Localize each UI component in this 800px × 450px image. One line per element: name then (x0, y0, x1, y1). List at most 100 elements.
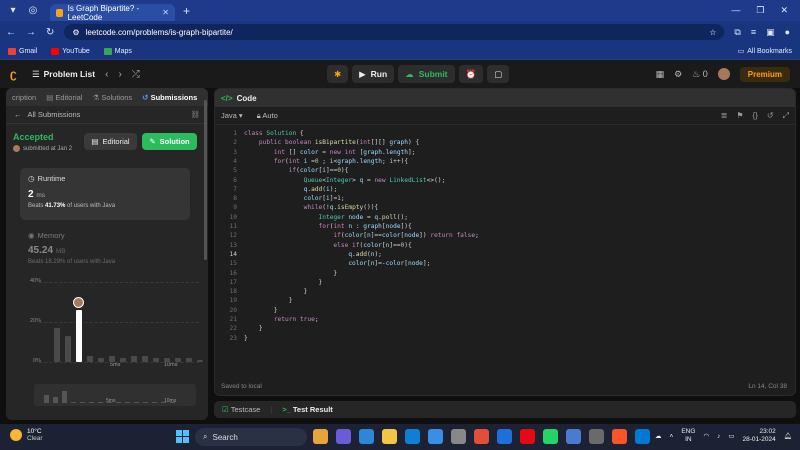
profile-icon[interactable]: ● (785, 27, 790, 38)
hist-bar[interactable] (54, 328, 60, 362)
code-line[interactable]: } (244, 297, 293, 304)
tab-test-result[interactable]: >_ Test Result (282, 405, 333, 414)
language-select[interactable]: Java ▾ (221, 111, 243, 120)
hist-bar[interactable] (98, 358, 104, 362)
editorial-button[interactable]: ▤ Editorial (84, 133, 137, 150)
hist-bar[interactable] (109, 356, 115, 362)
format-icon[interactable]: ≣ (721, 111, 728, 121)
browser-tab[interactable]: Is Graph Bipartite? - LeetCode ✕ (50, 4, 175, 22)
auto-mode[interactable]: 🔒︎ Auto (257, 111, 278, 121)
debug-button[interactable]: ✱ (327, 65, 349, 83)
forward-icon[interactable]: → (26, 27, 36, 38)
code-editor[interactable]: 1 class Solution {2 public boolean isBipa… (215, 126, 795, 376)
bookmark-star-icon[interactable]: ☆ (709, 28, 716, 37)
next-problem-icon[interactable]: › (118, 69, 121, 80)
tab-menu-icon[interactable]: ▾ (6, 4, 20, 18)
site-info-icon[interactable]: ⚙ (72, 28, 79, 37)
minimize-icon[interactable]: — (731, 5, 740, 16)
code-line[interactable]: } (244, 270, 337, 277)
wifi-icon[interactable]: ◠ (703, 432, 709, 440)
code-line[interactable]: } (244, 288, 308, 295)
code-line[interactable]: Queue<Integer> q = new LinkedList<>(); (244, 177, 446, 184)
taskbar-app-icon[interactable] (612, 429, 627, 444)
avatar[interactable] (717, 68, 730, 80)
back-icon[interactable]: ← (6, 27, 16, 38)
url-field[interactable]: ⚙ leetcode.com/problems/is-graph-biparti… (64, 24, 725, 40)
code-line[interactable]: public boolean isBipartite(int[][] graph… (244, 139, 419, 146)
all-bookmarks[interactable]: ▭ All Bookmarks (738, 47, 792, 56)
media-icon[interactable]: ≡ (751, 27, 756, 38)
code-line[interactable]: int [] color = new int [graph.length]; (244, 149, 416, 156)
runtime-card[interactable]: ◷ Runtime 2 ms Beats 41.73% of users wit… (20, 168, 190, 220)
battery-icon[interactable]: ▭ (728, 432, 734, 440)
clock[interactable]: 23:02 28-01-2024 (742, 428, 775, 444)
hist-bar[interactable] (164, 358, 170, 362)
bookmark-maps[interactable]: Maps (103, 47, 132, 55)
code-line[interactable]: color[n]=-color[node]; (244, 260, 430, 267)
layout-icon[interactable]: ▦ (656, 69, 665, 80)
taskbar-app-icon[interactable] (589, 429, 604, 444)
code-line[interactable]: color[i]=1; (244, 195, 345, 202)
windows-start-icon[interactable] (176, 430, 189, 443)
hist-bar[interactable] (87, 356, 93, 362)
taskbar-app-icon[interactable] (474, 429, 489, 444)
leetcode-logo-icon[interactable]: ʗ (10, 67, 22, 81)
mini-histogram-scrubber[interactable]: 5ms 10ms (34, 384, 196, 406)
hist-bar[interactable] (65, 336, 71, 362)
hist-bar[interactable] (142, 356, 148, 362)
code-line[interactable]: } (244, 335, 248, 342)
maximize-icon[interactable]: ❐ (756, 5, 764, 16)
reload-icon[interactable]: ↻ (46, 27, 54, 38)
taskbar-app-icon[interactable] (566, 429, 581, 444)
new-tab-button[interactable]: + (183, 4, 190, 18)
cloud-icon[interactable]: ☁ (655, 432, 662, 440)
fullscreen-icon[interactable]: ⤢ (783, 111, 789, 121)
sidepanel-icon[interactable]: ▣ (766, 27, 775, 38)
hist-bar[interactable] (197, 360, 203, 362)
code-line[interactable]: for(int i =0 ; i<graph.length; i++){ (244, 158, 408, 165)
taskbar-app-icon[interactable] (382, 429, 397, 444)
bookmark-icon[interactable]: ⚑ (736, 111, 743, 121)
taskbar-app-icon[interactable] (497, 429, 512, 444)
taskbar-app-icon[interactable] (359, 429, 374, 444)
taskbar-app-icon[interactable] (635, 429, 650, 444)
taskbar-search[interactable]: ⌕ Search (195, 428, 307, 446)
volume-icon[interactable]: ♪ (717, 433, 720, 440)
solution-button[interactable]: ✎ Solution (142, 133, 197, 150)
close-tab-icon[interactable]: ✕ (162, 8, 169, 17)
tab-solutions[interactable]: ⚗ Solutions (92, 93, 132, 102)
code-line[interactable]: while(!q.isEmpty()){ (244, 204, 379, 211)
taskbar-app-icon[interactable] (451, 429, 466, 444)
notes-button[interactable]: ▢ (487, 65, 510, 83)
tab-editorial[interactable]: ▤ Editorial (46, 93, 82, 102)
close-window-icon[interactable]: ✕ (780, 5, 788, 16)
hist-bar[interactable] (153, 358, 159, 362)
tab-submissions[interactable]: ↺ Submissions (142, 93, 197, 102)
taskbar-app-icon[interactable] (520, 429, 535, 444)
weather-widget[interactable]: 10°C Clear (10, 428, 43, 442)
braces-icon[interactable]: {} (753, 111, 758, 121)
bookmark-youtube[interactable]: YouTube (51, 47, 90, 55)
timer-button[interactable]: ⏰ (458, 65, 484, 83)
run-button[interactable]: ▶ Run (352, 65, 395, 83)
code-line[interactable]: Integer node = q.poll(); (244, 214, 408, 221)
submit-button[interactable]: ☁ Submit (398, 65, 455, 83)
problem-list-button[interactable]: ☰ Problem List (32, 69, 95, 80)
taskbar-app-icon[interactable] (313, 429, 328, 444)
chevron-up-icon[interactable]: ˄ (670, 433, 674, 440)
code-line[interactable]: if(color[i]==0){ (244, 167, 349, 174)
left-scrollbar[interactable] (204, 100, 207, 260)
bookmark-gmail[interactable]: Gmail (8, 47, 37, 55)
hist-bar[interactable] (175, 358, 181, 362)
all-submissions-link[interactable]: ← All Submissions ⛓ (6, 106, 208, 124)
chrome-icon[interactable]: ◎ (26, 4, 40, 18)
notification-bell-icon[interactable]: 🔔︎ (784, 432, 792, 440)
memory-section[interactable]: ◉ Memory 45.24 MB Beats 18.29% of users … (28, 231, 115, 265)
shuffle-icon[interactable]: ⤮ (132, 69, 140, 80)
hist-bar[interactable] (76, 310, 82, 362)
streak-fire-icon[interactable]: ♨ 0 (692, 69, 708, 80)
prev-problem-icon[interactable]: ‹ (105, 69, 108, 80)
tab-description[interactable]: cription (12, 93, 36, 102)
code-line[interactable]: } (244, 325, 263, 332)
code-line[interactable]: for(int n : graph[node]){ (244, 223, 412, 230)
